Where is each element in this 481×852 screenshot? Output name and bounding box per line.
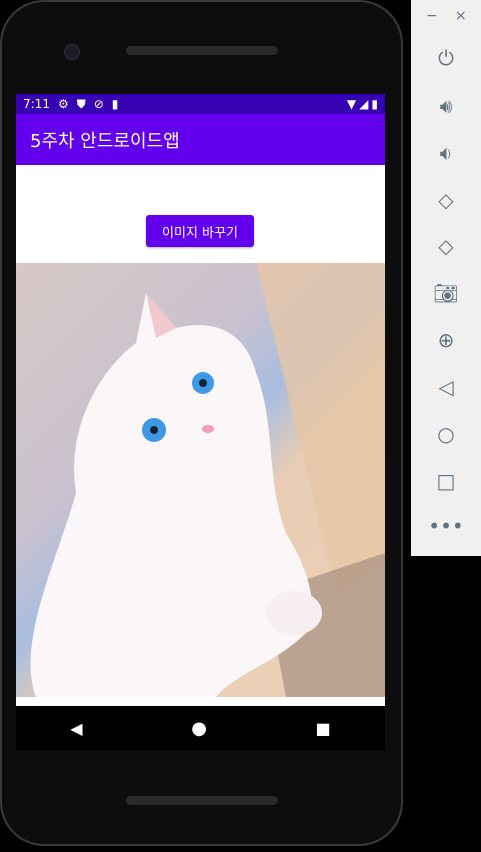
back-icon[interactable]: ◁ xyxy=(411,375,481,399)
status-bar: 7:11 ⚙ ⛊ ⊘ ▮ ▼ ◢ ▮ xyxy=(16,94,385,114)
rotate-left-icon[interactable]: ◇ xyxy=(411,188,481,212)
status-time: 7:11 xyxy=(23,97,50,111)
front-camera xyxy=(64,44,80,60)
home-icon[interactable]: ○ xyxy=(411,422,481,446)
close-button[interactable]: × xyxy=(455,8,467,24)
nav-bar: ◀ ● ■ xyxy=(16,706,385,750)
camera-icon[interactable]: 📷︎ xyxy=(411,281,481,305)
signal-icon: ◢ xyxy=(359,97,369,111)
minimize-button[interactable]: − xyxy=(426,8,438,24)
emulator-toolbar: − × ⏻ 🔊︎ 🔉︎ ◇ ◇ 📷︎ ⊕ ◁ ○ □ ••• xyxy=(411,0,481,556)
top-speaker xyxy=(126,46,278,55)
sd-card-icon: ▮ xyxy=(111,97,119,111)
app-title: 5주차 안드로이드앱 xyxy=(30,130,180,152)
battery-icon: ▮ xyxy=(371,97,378,111)
app-bar: 5주차 안드로이드앱 xyxy=(16,114,385,165)
rotate-right-icon[interactable]: ◇ xyxy=(411,234,481,258)
home-button[interactable]: ● xyxy=(191,718,207,739)
overview-icon[interactable]: □ xyxy=(411,469,481,493)
bottom-speaker xyxy=(126,796,278,805)
cat-image xyxy=(16,263,385,697)
screen: 7:11 ⚙ ⛊ ⊘ ▮ ▼ ◢ ▮ 5주차 안드로이드앱 이미지 바꾸기 xyxy=(16,94,385,706)
recents-button[interactable]: ■ xyxy=(316,719,331,738)
more-icon[interactable]: ••• xyxy=(411,514,481,538)
volume-up-icon[interactable]: 🔊︎ xyxy=(411,94,481,118)
change-image-button[interactable]: 이미지 바꾸기 xyxy=(146,215,254,247)
wifi-icon: ▼ xyxy=(346,97,357,111)
volume-down-icon[interactable]: 🔉︎ xyxy=(411,141,481,165)
no-sync-icon: ⊘ xyxy=(93,97,104,111)
zoom-icon[interactable]: ⊕ xyxy=(411,328,481,352)
back-button[interactable]: ◀ xyxy=(70,719,82,738)
settings-icon: ⚙ xyxy=(57,97,69,111)
shield-icon: ⛊ xyxy=(76,96,86,111)
power-icon[interactable]: ⏻ xyxy=(411,46,481,70)
